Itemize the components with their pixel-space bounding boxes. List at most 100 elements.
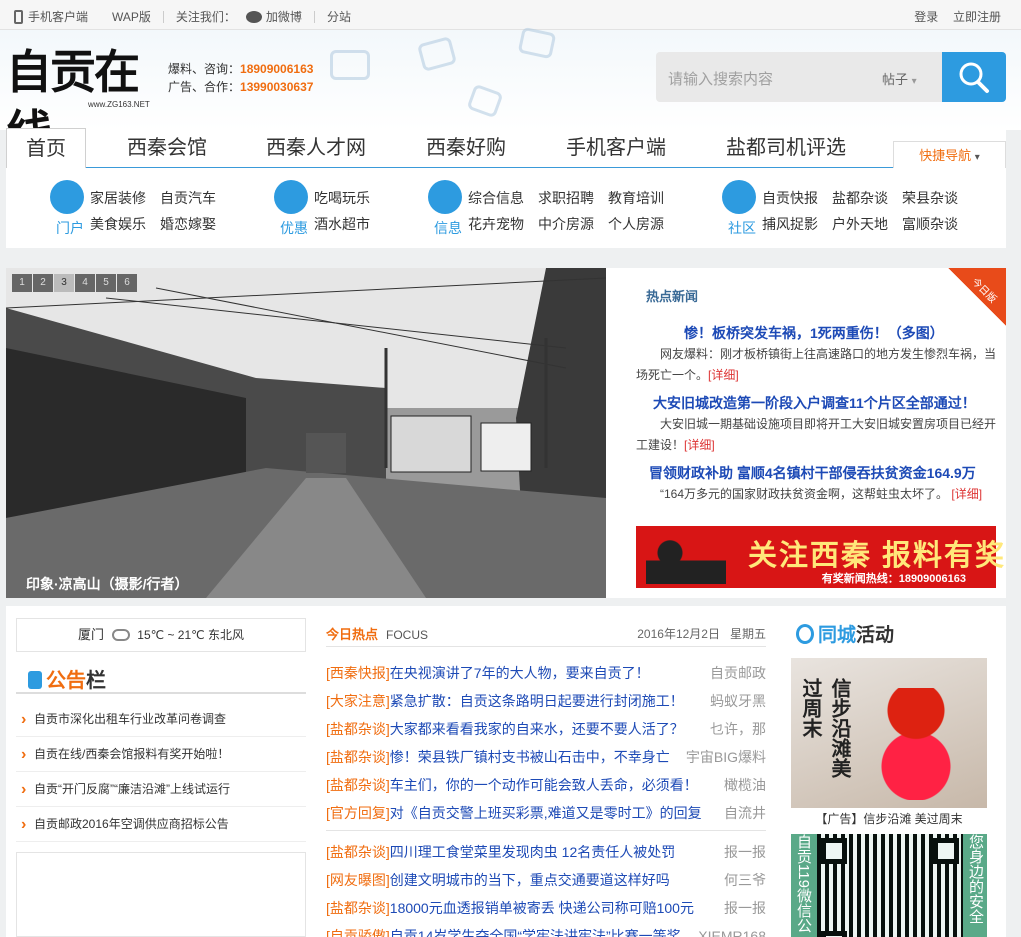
phone-icon [14, 9, 23, 24]
hot-news-title: 热点新闻 [646, 289, 699, 304]
cat-link[interactable]: 自贡快报 [762, 188, 818, 208]
weather-widget: 厦门 15℃ ~ 21℃ 东北风 [16, 618, 306, 652]
cat-link[interactable]: 户外天地 [832, 214, 888, 234]
cat-link[interactable]: 富顺杂谈 [902, 214, 958, 234]
slider-dot[interactable]: 6 [117, 274, 137, 292]
today-date: 2016年12月2日 星期五 [637, 627, 766, 641]
search-category-select[interactable]: 帖子 ▾ [882, 69, 917, 88]
login-link[interactable]: 登录 [914, 10, 938, 24]
nav-xiqin-shop[interactable]: 西秦好购 [416, 128, 516, 168]
qr-code [817, 834, 963, 937]
topic-row[interactable]: [大家注意]紧急扩散：自贡这条路明日起要进行封闭施工！ 蚂蚁牙黑 [326, 687, 766, 715]
nav-xiqin-club[interactable]: 西秦会馆 [114, 128, 220, 168]
slider-photo [6, 268, 606, 598]
notice-item[interactable]: 自贡“开门反腐”“廉洁沿滩”上线试运行 [16, 772, 306, 807]
cat-link[interactable]: 吃喝玩乐 [314, 188, 370, 208]
search-icon [959, 62, 989, 93]
slider-pagination: 1 2 3 4 5 6 [12, 274, 138, 292]
cat-link[interactable]: 个人房源 [608, 214, 664, 234]
site-header: 自贡在线 www.ZG163.NET 爆料、咨询：18909006163 广告、… [0, 26, 1021, 159]
cat-link[interactable]: 家居装修 [90, 188, 146, 208]
today-hot-title: 今日热点 FOCUS [326, 627, 429, 642]
nav-driver-vote[interactable]: 盐都司机评选 [716, 128, 856, 168]
nav-xiqin-jobs[interactable]: 西秦人才网 [256, 128, 376, 168]
follow-label: 关注我们： [175, 10, 236, 24]
hotline-info: 爆料、咨询：18909006163 广告、合作：13990030637 [168, 62, 314, 94]
slider-dot[interactable]: 4 [75, 274, 95, 292]
search-button[interactable] [942, 52, 1006, 102]
register-link[interactable]: 立即注册 [953, 10, 1001, 24]
face-icon [274, 180, 308, 214]
empty-panel [16, 852, 306, 937]
slider-caption[interactable]: 印象·凉高山（摄影/行者） [26, 574, 189, 594]
quick-nav-dropdown[interactable]: 快捷导航 ▾ [893, 141, 1006, 169]
cat-link[interactable]: 中介房源 [538, 214, 594, 234]
cat-link[interactable]: 求职招聘 [538, 188, 594, 208]
detail-link[interactable]: [详细] [951, 487, 982, 501]
nav-home[interactable]: 首页 [6, 128, 86, 169]
hot-news-headline[interactable]: 惨！板桥突发车祸，1死两重伤！（多图） [684, 323, 944, 343]
topic-row[interactable]: [盐都杂谈]大家都来看看我家的自来水，还要不要人活了？ 乜许，那 [326, 715, 766, 743]
slider-dot[interactable]: 1 [12, 274, 32, 292]
weibo-link[interactable]: 加微博 [266, 8, 302, 25]
cat-link[interactable]: 美食娱乐 [90, 214, 146, 234]
category-block: 门户 家居装修 自贡汽车 美食娱乐 婚恋嫁娶 优惠 吃喝玩乐 酒水超市 信息 综… [6, 168, 1006, 248]
topic-row[interactable]: [盐都杂谈]惨！荣县铁厂镇村支书被山石击中，不幸身亡 宇宙BIG爆料 [326, 743, 766, 771]
cat-link[interactable]: 荣县杂谈 [902, 188, 958, 208]
hot-news-summary: “164万多元的国家财政扶贫资金啊，这帮蛀虫太坏了。 [详细] [660, 487, 983, 501]
detail-link[interactable]: [详细] [684, 438, 715, 452]
photo-slider[interactable]: 1 2 3 4 5 6 印象·凉高山（摄影/行者） [6, 268, 606, 598]
site-logo[interactable]: 自贡在线 www.ZG163.NET [6, 42, 161, 159]
notice-item[interactable]: 自贡市深化出租车行业改革问卷调查 [16, 702, 306, 737]
wechat-qr-block: 自贡119微信公 您身边的安全 [791, 834, 987, 937]
wap-link[interactable]: WAP版 [112, 8, 151, 25]
category-info: 信息 综合信息 求职招聘 教育培训 花卉宠物 中介房源 个人房源 [428, 168, 688, 248]
cat-link[interactable]: 捕风捉影 [762, 214, 818, 234]
topic-row[interactable]: [自贡骄傲]自贡14岁学生夺全国“学宪法讲宪法”比赛一等奖 XIEMR168 [326, 922, 766, 937]
activity-image[interactable]: 信步沿滩美过周末 [791, 658, 987, 808]
cat-link[interactable]: 婚恋嫁娶 [160, 214, 216, 234]
slider-dot-active[interactable]: 3 [54, 274, 74, 292]
topic-row[interactable]: [西秦快报]在央视演讲了7年的大人物，要来自贡了！ 自贡邮政 [326, 659, 766, 687]
house-icon [50, 180, 84, 214]
share-link[interactable]: 分站 [327, 8, 351, 25]
hot-news-headline[interactable]: 大安旧城改造第一阶段入户调查11个片区全部通过！ [653, 393, 976, 413]
windows-icon [428, 180, 462, 214]
cat-link[interactable]: 综合信息 [468, 188, 524, 208]
topic-row[interactable]: [盐都杂谈]四川理工食堂菜里发现肉虫 12名责任人被处罚 报一报 [326, 838, 766, 866]
photographer-icon [646, 532, 726, 584]
cat-link[interactable]: 教育培训 [608, 188, 664, 208]
topic-row[interactable]: [盐都杂谈]18000元血透报销单被寄丢 快递公司称可赔100元 报一报 [326, 894, 766, 922]
people-icon [722, 180, 756, 214]
bottom-section: 厦门 15℃ ~ 21℃ 东北风 公告栏 自贡市深化出租车行业改革问卷调查 自贡… [6, 606, 1006, 937]
main-nav: 首页 西秦会馆 西秦人才网 西秦好购 手机客户端 盐都司机评选 快捷导航 ▾ [6, 128, 1006, 169]
weibo-icon [245, 10, 262, 23]
hot-news-panel: 热点新闻 今日版 惨！板桥突发车祸，1死两重伤！（多图） 网友爆料：刚才板桥镇街… [606, 268, 1006, 598]
notice-title: 公告栏 [28, 664, 106, 693]
topic-row[interactable]: [网友曝图]创建文明城市的当下，重点交通要道这样好吗 何三爷 [326, 866, 766, 894]
search-box: 请输入搜索内容 帖子 ▾ [656, 52, 1006, 102]
today-ribbon: 今日版 [944, 268, 1006, 326]
hot-news-headline[interactable]: 冒领财政补助 富顺4名镇村干部侵吞扶贫资金164.9万 [649, 463, 976, 483]
category-discount: 优惠 吃喝玩乐 酒水超市 [274, 168, 394, 248]
category-portal: 门户 家居装修 自贡汽车 美食娱乐 婚恋嫁娶 [50, 168, 250, 248]
cat-link[interactable]: 花卉宠物 [468, 214, 524, 234]
cat-link[interactable]: 自贡汽车 [160, 188, 216, 208]
search-input[interactable]: 请输入搜索内容 [668, 68, 773, 89]
hot-news-summary: 大安旧城一期基础设施项目即将开工大安旧城安置房项目已经开工建设！[详细] [636, 417, 997, 452]
activity-title: 同城活动 [796, 620, 894, 647]
cat-link[interactable]: 酒水超市 [314, 214, 370, 234]
ribbon-award-icon [796, 624, 814, 644]
news-tip-banner[interactable]: 关注西秦 报料有奖 有奖新闻热线：18909006163 [636, 526, 1004, 588]
topic-row[interactable]: [盐都杂谈]车主们，你的一个动作可能会致人丢命，必须看！ 橄榄油 [326, 771, 766, 799]
nav-mobile-app[interactable]: 手机客户端 [556, 128, 676, 168]
mobile-link[interactable]: 手机客户端 [28, 8, 88, 25]
notice-item[interactable]: 自贡在线/西秦会馆报料有奖开始啦！ [16, 737, 306, 772]
notice-item[interactable]: 自贡邮政2016年空调供应商招标公告 [16, 807, 306, 842]
topic-row[interactable]: [官方回复]对《自贡交警上班买彩票,难道又是零时工》的回复 自流井 [326, 799, 766, 827]
slider-dot[interactable]: 5 [96, 274, 116, 292]
slider-dot[interactable]: 2 [33, 274, 53, 292]
cat-link[interactable]: 盐都杂谈 [832, 188, 888, 208]
detail-link[interactable]: [详细] [708, 368, 739, 382]
activity-caption[interactable]: 【广告】信步沿滩 美过周末 [791, 810, 987, 827]
